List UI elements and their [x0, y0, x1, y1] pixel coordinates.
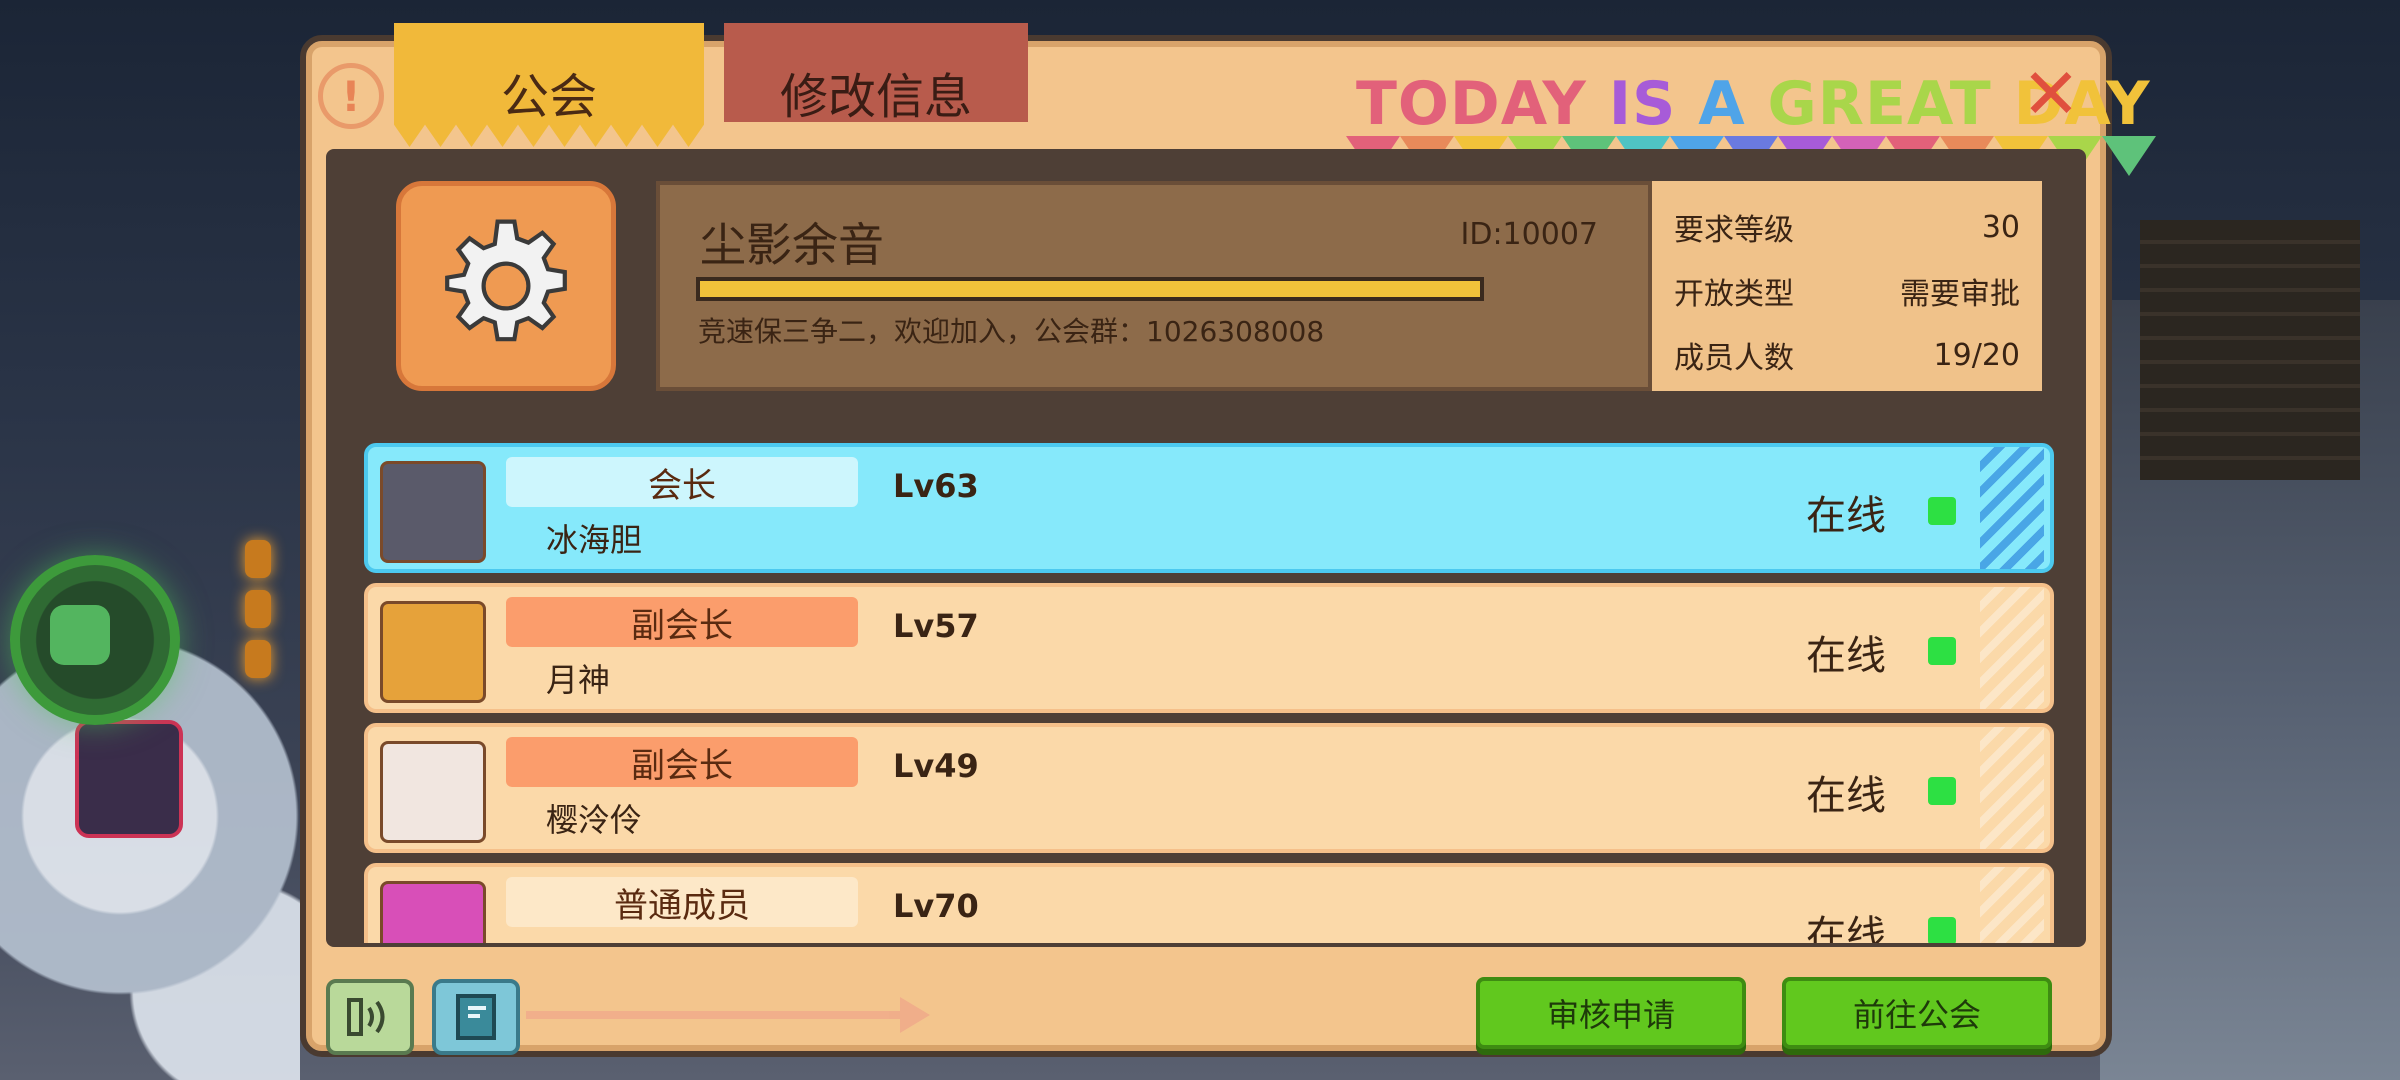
lantern-icon: [245, 640, 271, 678]
requirement-label: 成员人数: [1674, 341, 1794, 376]
member-name: 樱泠伶: [546, 801, 643, 839]
guild-info-box: 尘影余音 ID:10007 竞速保三争二，欢迎加入，公会群：1026308008: [656, 181, 1652, 391]
member-name: 冰海胆: [546, 521, 643, 559]
requirement-value: 30: [1981, 209, 2020, 245]
requirement-row: 成员人数 19/20: [1674, 323, 2020, 387]
requirement-row: 开放类型 需要审批: [1674, 259, 2020, 323]
banner-word: A: [1698, 69, 1768, 139]
banner-word: GREAT: [1767, 69, 2014, 139]
member-role: 普通成员: [506, 877, 858, 927]
book-icon: [456, 994, 496, 1040]
zigzag-decoration: [1980, 867, 2044, 943]
go-to-guild-button[interactable]: 前往公会: [1782, 977, 2052, 1049]
member-level: Lv57: [893, 607, 979, 645]
requirement-value: 19/20: [1933, 337, 2020, 373]
member-role: 会长: [506, 457, 858, 507]
gear-icon: [436, 216, 576, 356]
avatar: [380, 601, 486, 703]
dialog-footer: 审核申请 前往公会: [326, 947, 2086, 1055]
close-button[interactable]: ✕: [2018, 53, 2084, 135]
banner-word: TODAY: [1356, 69, 1609, 139]
online-indicator: [1928, 777, 1956, 805]
help-button[interactable]: !: [318, 63, 384, 129]
avatar: [380, 461, 486, 563]
guild-progress-fill: [700, 281, 1480, 297]
member-status: 在线: [1806, 633, 1886, 679]
member-status: 在线: [1806, 913, 1886, 943]
close-icon: ✕: [2021, 53, 2081, 135]
member-status: 在线: [1806, 773, 1886, 819]
member-row[interactable]: 普通成员 Lv70 在线: [364, 863, 2054, 943]
zigzag-decoration: [1980, 587, 2044, 709]
guild-emblem[interactable]: [396, 181, 616, 391]
gamepad-icon: [50, 605, 110, 665]
member-level: Lv70: [893, 887, 979, 925]
speaker-icon: [347, 998, 385, 1036]
banner-word: IS: [1608, 69, 1699, 139]
member-role: 副会长: [506, 597, 858, 647]
zigzag-decoration: [1980, 447, 2044, 569]
guild-name: 尘影余音: [700, 218, 884, 272]
member-name: 月神: [546, 661, 611, 699]
avatar: [380, 741, 486, 843]
tab-edit-info-label: 修改信息: [779, 69, 972, 125]
exclamation-icon: !: [341, 71, 361, 121]
guild-description: 竞速保三争二，欢迎加入，公会群：1026308008: [698, 315, 1325, 348]
review-applications-button[interactable]: 审核申请: [1476, 977, 1746, 1049]
online-indicator: [1928, 637, 1956, 665]
lantern-icon: [245, 590, 271, 628]
guild-id: ID:10007: [1460, 217, 1599, 252]
tab-guild-label: 公会: [500, 69, 597, 125]
member-level: Lv63: [893, 467, 979, 505]
arrow-decoration: [526, 997, 930, 1033]
bunting-flag: [2102, 136, 2156, 176]
requirement-label: 要求等级: [1674, 213, 1794, 248]
tab-guild[interactable]: 公会: [394, 23, 704, 147]
voice-button[interactable]: [326, 979, 414, 1055]
online-indicator: [1928, 497, 1956, 525]
requirement-row: 要求等级 30: [1674, 195, 2020, 259]
virtual-joystick[interactable]: [10, 555, 180, 725]
tab-edit-info[interactable]: 修改信息: [724, 23, 1028, 125]
zigzag-decoration: [1980, 727, 2044, 849]
player-character: [75, 720, 183, 838]
avatar: [380, 881, 486, 943]
lantern-icon: [245, 540, 271, 578]
member-status: 在线: [1806, 493, 1886, 539]
wooden-house: [2140, 220, 2360, 480]
requirement-value: 需要审批: [1900, 277, 2020, 312]
book-button[interactable]: [432, 979, 520, 1055]
member-row[interactable]: 副会长 月神 Lv57 在线: [364, 583, 2054, 713]
requirement-label: 开放类型: [1674, 277, 1794, 312]
member-row[interactable]: 副会长 樱泠伶 Lv49 在线: [364, 723, 2054, 853]
guild-progress-bar: [696, 277, 1484, 301]
guild-requirements: 要求等级 30 开放类型 需要审批 成员人数 19/20: [1652, 181, 2042, 391]
member-role: 副会长: [506, 737, 858, 787]
online-indicator: [1928, 917, 1956, 943]
member-list[interactable]: 会长 冰海胆 Lv63 在线 副会长 月神 Lv57 在线 副会长 樱泠伶 Lv…: [364, 443, 2054, 943]
member-level: Lv49: [893, 747, 979, 785]
guild-dialog: ! 公会 修改信息 TODAY IS A GREAT DAY ✕ 尘影余音 ID…: [300, 23, 2156, 1057]
member-row[interactable]: 会长 冰海胆 Lv63 在线: [364, 443, 2054, 573]
